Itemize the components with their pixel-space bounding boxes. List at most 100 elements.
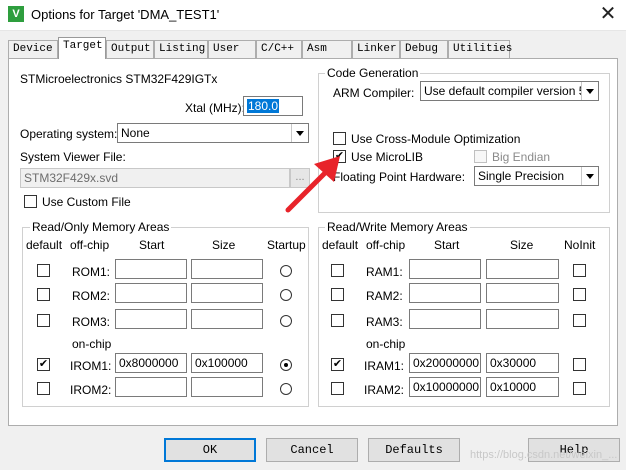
ram2-label: RAM2: <box>366 289 403 303</box>
tab-asm[interactable]: Asm <box>302 40 352 58</box>
app-icon: V <box>8 6 24 22</box>
tab-output[interactable]: Output <box>106 40 154 58</box>
iram1-default-checkbox[interactable]: ✔ <box>331 358 344 371</box>
ram-header-start: Start <box>434 238 460 252</box>
iram1-start-input[interactable]: 0x20000000 <box>409 353 481 373</box>
big-endian-checkbox[interactable] <box>474 150 487 163</box>
ram2-size-input[interactable] <box>486 283 559 303</box>
ram-onchip-label: on-chip <box>366 337 406 351</box>
ram-header-default: default <box>322 238 359 252</box>
cross-module-label: Use Cross-Module Optimization <box>351 132 521 146</box>
window-title: Options for Target 'DMA_TEST1' <box>31 7 220 22</box>
rom1-startup-radio[interactable] <box>280 265 292 277</box>
rom3-default-checkbox[interactable] <box>37 314 50 327</box>
rom3-label: ROM3: <box>72 315 111 329</box>
ram3-noinit-checkbox[interactable] <box>573 314 586 327</box>
iram2-default-checkbox[interactable] <box>331 382 344 395</box>
ram2-start-input[interactable] <box>409 283 481 303</box>
os-label: Operating system: <box>20 127 118 141</box>
ram2-noinit-checkbox[interactable] <box>573 288 586 301</box>
iram1-label: IRAM1: <box>364 359 405 373</box>
close-icon[interactable]: ✕ <box>596 3 620 27</box>
xtal-label: Xtal (MHz): <box>185 101 245 115</box>
rom-header-startup: Startup <box>267 238 306 252</box>
fph-select[interactable]: Single Precision <box>474 166 599 186</box>
cancel-button[interactable]: Cancel <box>266 438 358 462</box>
ram1-default-checkbox[interactable] <box>331 264 344 277</box>
defaults-button[interactable]: Defaults <box>368 438 460 462</box>
xtal-input[interactable]: 180.0 <box>243 96 303 116</box>
ram-title: Read/Write Memory Areas <box>325 220 470 234</box>
irom1-size-input[interactable]: 0x100000 <box>191 353 263 373</box>
ram3-default-checkbox[interactable] <box>331 314 344 327</box>
tab-user[interactable]: User <box>208 40 256 58</box>
irom2-size-input[interactable] <box>191 377 263 397</box>
big-endian-label: Big Endian <box>492 150 551 164</box>
tab-utilities[interactable]: Utilities <box>448 40 512 58</box>
irom1-start-input[interactable]: 0x8000000 <box>115 353 187 373</box>
ram-header-size: Size <box>510 238 534 252</box>
iram2-size-input[interactable]: 0x10000 <box>486 377 559 397</box>
cross-module-checkbox[interactable] <box>333 132 346 145</box>
irom2-label: IROM2: <box>70 383 112 397</box>
annotation-arrow-icon <box>285 156 340 213</box>
rom1-default-checkbox[interactable] <box>37 264 50 277</box>
irom2-startup-radio[interactable] <box>280 383 292 395</box>
arm-compiler-select[interactable]: Use default compiler version 5 <box>420 81 599 101</box>
tab-linker[interactable]: Linker <box>352 40 400 58</box>
tab-target[interactable]: Target <box>58 37 106 59</box>
rom2-size-input[interactable] <box>191 283 263 303</box>
watermark: https://blog.csdn.net/weixin_... <box>470 449 618 461</box>
rom2-label: ROM2: <box>72 289 111 303</box>
use-custom-file-checkbox[interactable] <box>24 195 37 208</box>
ram3-size-input[interactable] <box>486 309 559 329</box>
ram3-start-input[interactable] <box>409 309 481 329</box>
tab-debug[interactable]: Debug <box>400 40 448 58</box>
ram-header-offchip: off-chip <box>366 238 406 252</box>
tab-listing[interactable]: Listing <box>154 40 208 58</box>
code-generation-title: Code Generation <box>325 66 421 80</box>
ram1-start-input[interactable] <box>409 259 481 279</box>
rom-header-default: default <box>26 238 63 252</box>
tab-device[interactable]: Device <box>8 40 58 58</box>
rom1-size-input[interactable] <box>191 259 263 279</box>
arm-compiler-label: ARM Compiler: <box>333 86 415 100</box>
iram1-size-input[interactable]: 0x30000 <box>486 353 559 373</box>
rom-onchip-label: on-chip <box>72 337 112 351</box>
iram2-start-input[interactable]: 0x10000000 <box>409 377 481 397</box>
device-name: STMicroelectronics STM32F429IGTx <box>20 72 218 86</box>
ram2-default-checkbox[interactable] <box>331 288 344 301</box>
rom1-label: ROM1: <box>72 265 111 279</box>
os-select[interactable]: None <box>117 123 309 143</box>
irom2-start-input[interactable] <box>115 377 187 397</box>
rom1-start-input[interactable] <box>115 259 187 279</box>
rom-header-start: Start <box>139 238 165 252</box>
svd-input[interactable]: STM32F429x.svd <box>20 168 290 188</box>
rom3-startup-radio[interactable] <box>280 315 292 327</box>
irom1-startup-radio[interactable] <box>280 359 292 371</box>
fph-label: Floating Point Hardware: <box>333 170 466 184</box>
tab-c-cpp[interactable]: C/C++ <box>256 40 302 58</box>
ram1-size-input[interactable] <box>486 259 559 279</box>
iram2-label: IRAM2: <box>364 383 405 397</box>
ok-button[interactable]: OK <box>164 438 256 462</box>
rom3-start-input[interactable] <box>115 309 187 329</box>
rom3-size-input[interactable] <box>191 309 263 329</box>
ram1-label: RAM1: <box>366 265 403 279</box>
use-custom-file-label: Use Custom File <box>42 195 131 209</box>
iram1-noinit-checkbox[interactable] <box>573 358 586 371</box>
rom2-startup-radio[interactable] <box>280 289 292 301</box>
irom1-default-checkbox[interactable]: ✔ <box>37 358 50 371</box>
ram1-noinit-checkbox[interactable] <box>573 264 586 277</box>
irom1-label: IROM1: <box>70 359 112 373</box>
iram2-noinit-checkbox[interactable] <box>573 382 586 395</box>
rom-header-offchip: off-chip <box>70 238 110 252</box>
rom-title: Read/Only Memory Areas <box>30 220 172 234</box>
microlib-label: Use MicroLIB <box>351 150 424 164</box>
ram3-label: RAM3: <box>366 315 403 329</box>
rom2-default-checkbox[interactable] <box>37 288 50 301</box>
irom2-default-checkbox[interactable] <box>37 382 50 395</box>
rom2-start-input[interactable] <box>115 283 187 303</box>
chevron-down-icon <box>581 167 598 185</box>
svd-label: System Viewer File: <box>20 150 126 164</box>
